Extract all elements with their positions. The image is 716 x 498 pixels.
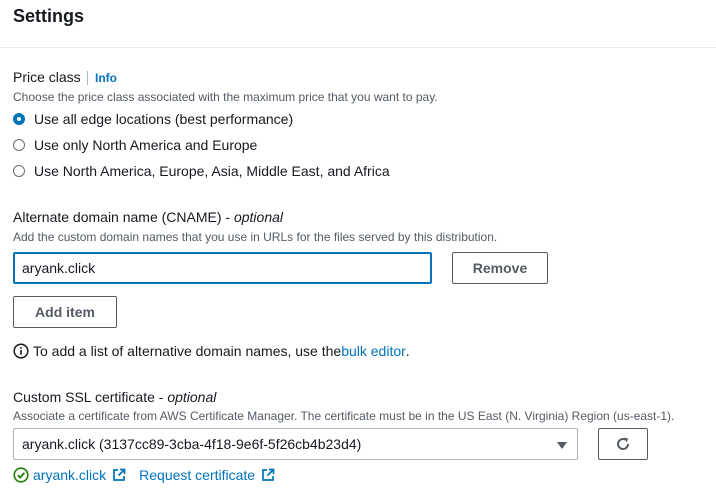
- cname-label: Alternate domain name (CNAME) - optional: [13, 209, 283, 225]
- refresh-icon: [617, 437, 630, 450]
- note-text: To add a list of alternative domain name…: [33, 343, 342, 359]
- certificate-link[interactable]: aryank.click: [33, 467, 106, 483]
- refresh-button[interactable]: [598, 428, 648, 460]
- cname-optional-text: optional: [233, 209, 284, 225]
- cname-description: Add the custom domain names that you use…: [13, 230, 498, 244]
- radio-label: Use North America, Europe, Asia, Middle …: [34, 163, 390, 179]
- page-title: Settings: [13, 6, 85, 26]
- ssl-label: Custom SSL certificate - optional: [13, 389, 216, 405]
- ssl-certificate-select[interactable]: aryank.click (3137cc89-3cba-4f18-9e6f-5f…: [13, 428, 578, 460]
- radio-option-na-europe[interactable]: Use only North America and Europe: [13, 135, 257, 155]
- price-class-info-link[interactable]: Info: [95, 71, 117, 85]
- add-item-button[interactable]: Add item: [13, 296, 117, 328]
- radio-button-selected[interactable]: [13, 113, 25, 125]
- radio-label: Use only North America and Europe: [34, 137, 258, 153]
- radio-button[interactable]: [13, 165, 25, 177]
- check-circle-icon: [13, 467, 29, 483]
- remove-button[interactable]: Remove: [452, 252, 548, 284]
- external-link-icon[interactable]: [112, 468, 126, 482]
- ssl-description: Associate a certificate from AWS Certifi…: [13, 409, 675, 423]
- info-circle-icon: [13, 343, 29, 359]
- settings-header: Settings: [0, 0, 716, 48]
- certificate-status-row: aryank.click Request certificate: [13, 467, 275, 483]
- radio-label: Use all edge locations (best performance…: [34, 111, 294, 127]
- radio-button[interactable]: [13, 139, 25, 151]
- cname-input[interactable]: aryank.click: [13, 252, 432, 284]
- price-class-label: Price class: [13, 69, 81, 85]
- bulk-editor-note: To add a list of alternative domain name…: [13, 343, 410, 359]
- ssl-optional-text: optional: [167, 389, 217, 405]
- cname-input-value: aryank.click: [22, 260, 96, 276]
- price-class-description: Choose the price class associated with t…: [13, 90, 438, 104]
- request-certificate-link[interactable]: Request certificate: [139, 467, 255, 483]
- ssl-label-text: Custom SSL certificate -: [13, 389, 168, 405]
- radio-option-all-edge[interactable]: Use all edge locations (best performance…: [13, 109, 293, 129]
- ssl-selected-value: aryank.click (3137cc89-3cba-4f18-9e6f-5f…: [22, 436, 362, 452]
- radio-option-na-eu-asia-me-africa[interactable]: Use North America, Europe, Asia, Middle …: [13, 161, 390, 181]
- label-separator: [87, 71, 88, 85]
- cname-label-text: Alternate domain name (CNAME) -: [13, 209, 234, 225]
- note-suffix: .: [405, 343, 410, 359]
- caret-down-icon: [557, 442, 567, 449]
- bulk-editor-link[interactable]: bulk editor: [341, 343, 406, 359]
- external-link-icon[interactable]: [261, 468, 275, 482]
